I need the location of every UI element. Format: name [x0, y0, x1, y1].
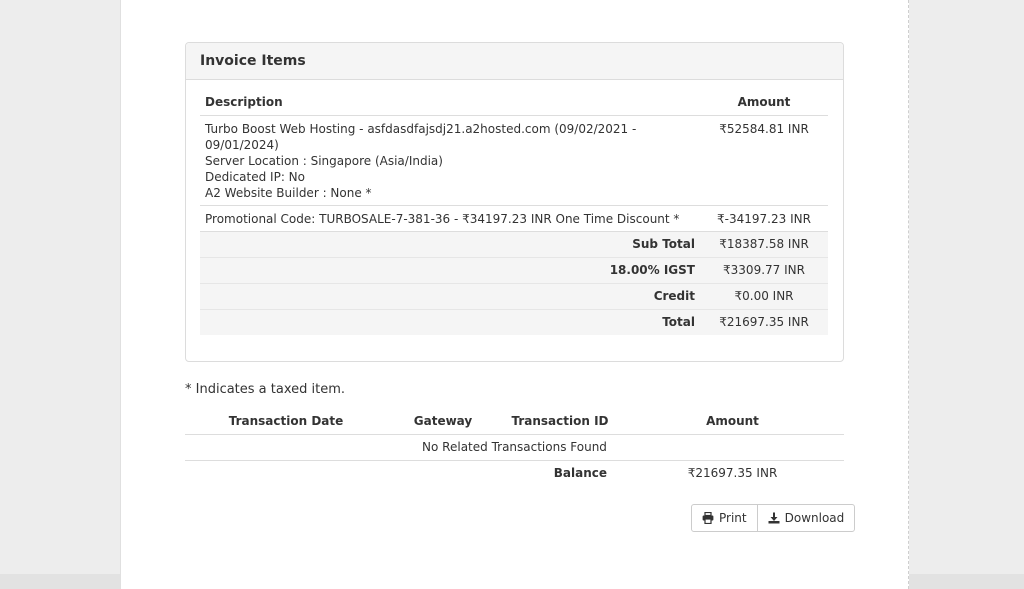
panel-title: Invoice Items [186, 43, 843, 80]
transactions-table: Transaction Date Gateway Transaction ID … [185, 408, 844, 486]
total-row: Total ₹21697.35 INR [200, 309, 828, 335]
total-label: Total [200, 309, 700, 335]
item-line: Turbo Boost Web Hosting - asfdasdfajsdj2… [205, 121, 637, 136]
transaction-id-header: Transaction ID [499, 408, 621, 435]
tax-value: ₹3309.77 INR [700, 257, 828, 284]
download-button[interactable]: Download [756, 505, 855, 531]
transaction-amount-header: Amount [621, 408, 844, 435]
print-icon [702, 512, 714, 524]
print-label: Print [719, 511, 747, 525]
tax-row: 18.00% IGST ₹3309.77 INR [200, 257, 828, 284]
credit-label: Credit [200, 283, 700, 310]
item-description: Turbo Boost Web Hosting - asfdasdfajsdj2… [200, 115, 700, 206]
item-description: Promotional Code: TURBOSALE-7-381-36 - ₹… [200, 205, 700, 232]
item-line: Server Location : Singapore (Asia/India) [205, 153, 443, 168]
item-line: Dedicated IP: No [205, 169, 305, 184]
transactions-header-row: Transaction Date Gateway Transaction ID … [185, 408, 844, 435]
taxed-item-note: * Indicates a taxed item. [185, 382, 346, 397]
no-transactions-message: No Related Transactions Found [185, 434, 844, 461]
invoice-item-row: Turbo Boost Web Hosting - asfdasdfajsdj2… [200, 115, 828, 206]
items-header-row: Description Amount [200, 90, 828, 116]
subtotal-value: ₹18387.58 INR [700, 231, 828, 258]
invoice-item-row: Promotional Code: TURBOSALE-7-381-36 - ₹… [200, 205, 828, 232]
invoice-items-table: Description Amount Turbo Boost Web Hosti… [200, 90, 828, 335]
balance-row: Balance ₹21697.35 INR [185, 460, 844, 486]
item-line: A2 Website Builder : None * [205, 185, 372, 200]
download-label: Download [784, 511, 845, 525]
transaction-date-header: Transaction Date [185, 408, 387, 435]
description-header: Description [200, 90, 700, 116]
invoice-actions: Print Download [691, 504, 856, 532]
empty-transactions-row: No Related Transactions Found [185, 434, 844, 461]
balance-label: Balance [553, 466, 607, 481]
subtotal-label: Sub Total [200, 231, 700, 258]
credit-row: Credit ₹0.00 INR [200, 283, 828, 310]
item-line: Promotional Code: TURBOSALE-7-381-36 - ₹… [205, 211, 680, 226]
total-value: ₹21697.35 INR [700, 309, 828, 335]
balance-value: ₹21697.35 INR [687, 466, 778, 481]
amount-header: Amount [700, 90, 828, 116]
item-line: 09/01/2024) [205, 137, 279, 152]
print-button[interactable]: Print [692, 505, 757, 531]
item-amount: ₹52584.81 INR [700, 115, 828, 206]
subtotal-row: Sub Total ₹18387.58 INR [200, 231, 828, 258]
credit-value: ₹0.00 INR [700, 283, 828, 310]
tax-label: 18.00% IGST [200, 257, 700, 284]
download-icon [768, 512, 780, 524]
gateway-header: Gateway [387, 408, 499, 435]
item-amount: ₹-34197.23 INR [700, 205, 828, 232]
invoice-items-panel: Invoice Items Description Amount Turbo B… [185, 42, 844, 362]
